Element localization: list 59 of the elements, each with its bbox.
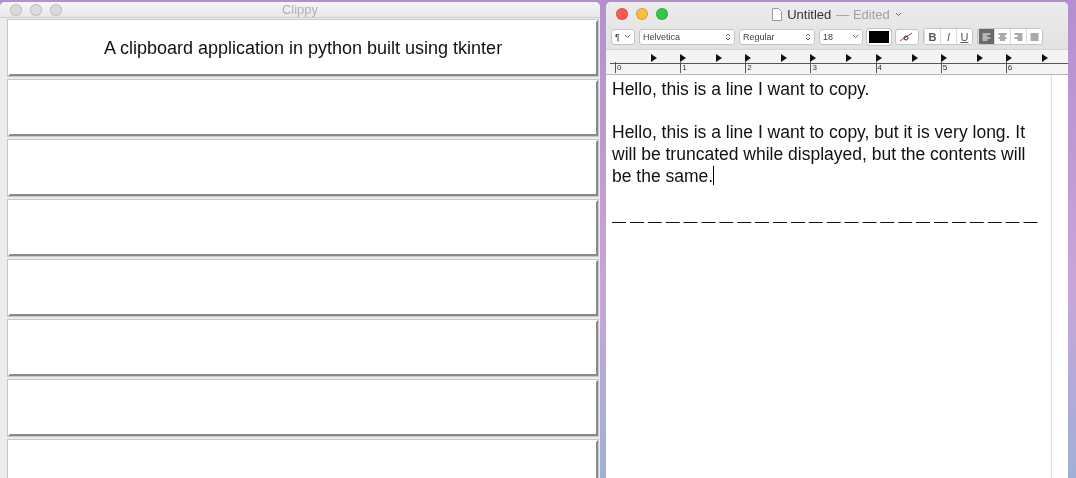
chevron-down-icon (852, 34, 859, 39)
chevron-down-icon (894, 11, 902, 17)
align-icon (1030, 32, 1039, 41)
window-control-button[interactable] (616, 8, 628, 20)
alignment-button[interactable] (994, 29, 1010, 44)
window-control-button[interactable] (636, 8, 648, 20)
clipboard-slot[interactable] (8, 140, 598, 196)
tab-stop-icon (651, 54, 658, 62)
tab-stop-icon (716, 54, 724, 62)
document-paragraph: Hello, this is a line I want to copy, but it is very long. It will be truncated while displayed, but the contents will be the same. (612, 121, 1027, 187)
tab-stop-icon (680, 54, 688, 62)
chevron-icon (725, 32, 731, 41)
tab-stop-icon (976, 54, 984, 62)
tab-stop-icon (875, 54, 883, 62)
ruler-number: 3 (810, 62, 817, 73)
tab-stop-icon (911, 54, 919, 62)
tab-stop-icon (846, 54, 854, 62)
align-icon (1014, 32, 1023, 41)
alignment-button[interactable] (978, 29, 994, 44)
align-icon (982, 32, 991, 41)
no-color-icon (899, 31, 913, 42)
ruler-number: 1 (680, 62, 687, 73)
clipboard-slot[interactable]: A clipboard application in python built using tkinter (8, 20, 598, 76)
clipboard-slot[interactable] (8, 200, 598, 256)
highlight-color-button[interactable] (895, 28, 919, 45)
alignment-button[interactable] (1010, 29, 1026, 44)
tab-stop-icon (745, 54, 753, 62)
font-family-select[interactable]: Helvetica (639, 28, 735, 45)
document-paragraph: Hello, this is a line I want to copy. (612, 78, 871, 100)
dashed-separator: — — — — — — — — — — — — — — — — — — — — — — — — (612, 212, 1039, 231)
chevron-icon (805, 32, 811, 41)
tab-stop-icon (1005, 54, 1013, 62)
clipboard-slot[interactable] (8, 320, 598, 376)
align-icon (998, 32, 1007, 41)
ruler-number: 4 (875, 62, 882, 73)
ruler-number: 6 (1005, 62, 1013, 73)
window-control-button[interactable] (656, 8, 668, 20)
font-style-select[interactable]: Regular (739, 28, 815, 45)
clipboard-slot[interactable] (8, 80, 598, 136)
chevron-down-icon (624, 34, 631, 39)
text-caret (713, 166, 715, 185)
paragraph-menu[interactable]: ¶ (611, 28, 635, 45)
tab-stop-icon (810, 54, 818, 62)
ruler-number: 2 (745, 62, 752, 73)
font-size-select[interactable]: 18 (819, 28, 863, 45)
ruler-number: 0 (615, 62, 622, 73)
tab-stop-icon (781, 54, 789, 62)
window-title: Clippy (281, 2, 319, 17)
ruler-number: 5 (940, 62, 948, 73)
text-color-well[interactable] (867, 28, 891, 45)
format-button[interactable]: U (956, 29, 972, 44)
clipboard-slot[interactable] (8, 380, 598, 436)
window-title: Untitled (787, 6, 832, 22)
tab-stop-icon (940, 54, 948, 62)
document-icon (772, 7, 783, 21)
edited-status: — Edited (836, 6, 890, 22)
alignment-button[interactable] (1026, 29, 1042, 44)
clipboard-slot[interactable] (8, 260, 598, 316)
tab-stop-icon (1041, 54, 1049, 62)
